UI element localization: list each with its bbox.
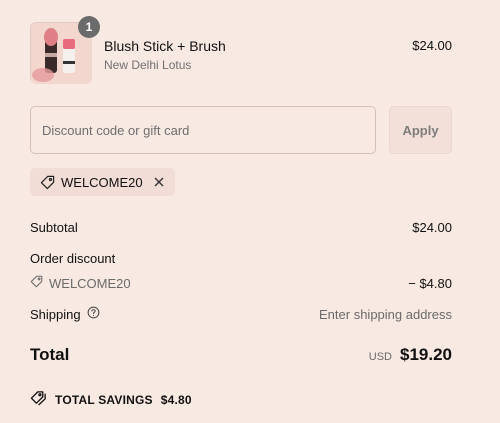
line-item: 1 Blush Stick + Brush New Delhi Lotus $2… — [30, 16, 452, 84]
order-summary: 1 Blush Stick + Brush New Delhi Lotus $2… — [0, 0, 500, 423]
apply-button[interactable]: Apply — [389, 106, 452, 154]
discount-value: − $4.80 — [408, 275, 452, 291]
shipping-label: Shipping — [30, 306, 81, 322]
discount-code-row: WELCOME20 − $4.80 — [30, 275, 452, 291]
quantity-badge: 1 — [78, 16, 100, 38]
subtotal-row: Subtotal $24.00 — [30, 220, 452, 235]
order-discount-label: Order discount — [30, 251, 116, 266]
tag-icon — [30, 275, 43, 291]
subtotal-value: $24.00 — [412, 220, 452, 235]
savings-label: TOTAL SAVINGS — [55, 392, 153, 407]
product-variant: New Delhi Lotus — [104, 58, 192, 72]
shipping-value: Enter shipping address — [319, 306, 452, 322]
total-savings: TOTAL SAVINGS $4.80 — [30, 390, 192, 409]
total-value: $19.20 — [400, 345, 452, 364]
total-row: Total USD $19.20 — [30, 345, 452, 365]
savings-value: $4.80 — [160, 392, 192, 407]
discount-code-label: WELCOME20 — [49, 275, 131, 291]
discount-code-input[interactable] — [30, 106, 376, 154]
tag-icon — [40, 175, 55, 190]
help-circle-icon[interactable] — [87, 306, 100, 322]
close-icon[interactable] — [153, 176, 165, 188]
total-label: Total — [30, 345, 70, 364]
double-tag-icon — [30, 390, 47, 409]
shipping-row: Shipping Enter shipping address — [30, 306, 452, 322]
subtotal-label: Subtotal — [30, 220, 78, 235]
product-name: Blush Stick + Brush — [104, 38, 226, 54]
product-thumbnail: 1 — [30, 16, 100, 84]
currency-code: USD — [368, 351, 392, 363]
order-discount-row: Order discount — [30, 251, 452, 266]
applied-discount-chip: WELCOME20 — [30, 168, 175, 196]
applied-discount-code: WELCOME20 — [61, 174, 143, 190]
product-price: $24.00 — [412, 38, 452, 53]
